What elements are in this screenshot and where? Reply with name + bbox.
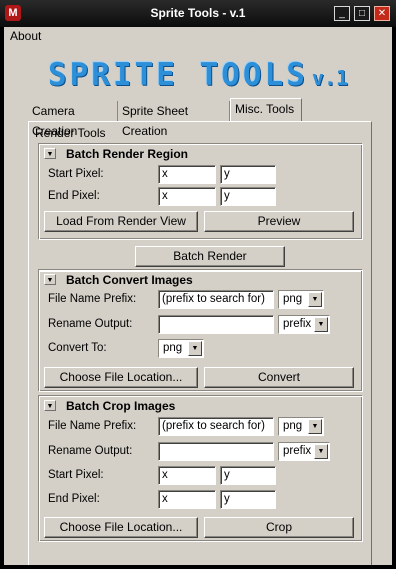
dropdown-value: png	[283, 293, 303, 305]
sprite-tools-logo: SPRITE TOOLS v.1	[4, 57, 392, 93]
rename-output-label: Rename Output:	[48, 445, 133, 457]
logo-text: SPRITE TOOLS	[47, 57, 308, 93]
file-name-prefix-field[interactable]: (prefix to search for)	[158, 290, 274, 309]
choose-file-location-button[interactable]: Choose File Location...	[44, 367, 198, 388]
dropdown-value: png	[163, 342, 183, 354]
load-from-render-view-button[interactable]: Load From Render View	[44, 211, 198, 232]
frame-title: Batch Crop Images	[66, 399, 176, 413]
end-pixel-y-field[interactable]: y	[220, 490, 276, 509]
rename-output-field[interactable]	[158, 442, 274, 461]
choose-file-location-button[interactable]: Choose File Location...	[44, 517, 198, 538]
misc-tools-panel: Render Tools ▼ Batch Render Region Start…	[28, 121, 372, 565]
end-pixel-y-field[interactable]: y	[220, 187, 276, 206]
batch-convert-images-frame: ▼ Batch Convert Images File Name Prefix:…	[39, 270, 363, 392]
frame-header: ▼ Batch Crop Images	[40, 397, 362, 413]
title-bar[interactable]: M Sprite Tools - v.1 _ □ ✕	[0, 0, 396, 27]
convert-button[interactable]: Convert	[204, 367, 354, 388]
file-name-prefix-label: File Name Prefix:	[48, 420, 137, 432]
collapse-icon[interactable]: ▼	[44, 274, 56, 285]
rename-output-label: Rename Output:	[48, 318, 133, 330]
window-client: About SPRITE TOOLS v.1 Camera Creation Sp…	[4, 27, 392, 565]
frame-title: Batch Convert Images	[66, 273, 193, 287]
batch-render-region-frame: ▼ Batch Render Region Start Pixel: x y E…	[39, 144, 363, 240]
end-pixel-x-field[interactable]: x	[158, 490, 216, 509]
tab-sprite-sheet-creation[interactable]: Sprite Sheet Creation	[118, 101, 230, 138]
start-pixel-y-field[interactable]: y	[220, 466, 276, 485]
rename-mode-dropdown[interactable]: prefix ▼	[278, 442, 330, 461]
frame-header: ▼ Batch Convert Images	[40, 271, 362, 287]
menu-about[interactable]: About	[10, 29, 41, 43]
batch-crop-images-frame: ▼ Batch Crop Images File Name Prefix: (p…	[39, 396, 363, 542]
dropdown-value: prefix	[283, 445, 312, 457]
dropdown-arrow-icon: ▼	[188, 341, 202, 356]
tab-misc-tools[interactable]: Misc. Tools	[230, 98, 302, 121]
collapse-icon[interactable]: ▼	[44, 400, 56, 411]
preview-button[interactable]: Preview	[204, 211, 354, 232]
crop-button[interactable]: Crop	[204, 517, 354, 538]
dropdown-arrow-icon: ▼	[314, 317, 328, 332]
sprite-tools-window: M Sprite Tools - v.1 _ □ ✕ About SPRITE …	[0, 0, 396, 569]
frame-title: Batch Render Region	[66, 147, 189, 161]
dropdown-value: prefix	[283, 318, 312, 330]
start-pixel-x-field[interactable]: x	[158, 165, 216, 184]
close-button[interactable]: ✕	[374, 6, 390, 21]
collapse-icon[interactable]: ▼	[44, 148, 56, 159]
start-pixel-y-field[interactable]: y	[220, 165, 276, 184]
render-tools-label: Render Tools	[35, 126, 106, 140]
batch-render-button[interactable]: Batch Render	[135, 246, 285, 267]
convert-to-label: Convert To:	[48, 342, 107, 354]
prefix-format-dropdown[interactable]: png ▼	[278, 417, 324, 436]
end-pixel-x-field[interactable]: x	[158, 187, 216, 206]
tab-camera-creation[interactable]: Camera Creation	[28, 101, 118, 138]
menu-bar: About	[4, 27, 392, 45]
end-pixel-label: End Pixel:	[48, 190, 100, 202]
start-pixel-label: Start Pixel:	[48, 168, 104, 180]
dropdown-arrow-icon: ▼	[314, 444, 328, 459]
logo-version: v.1	[311, 66, 349, 90]
file-name-prefix-field[interactable]: (prefix to search for)	[158, 417, 274, 436]
maximize-button[interactable]: □	[354, 6, 370, 21]
file-name-prefix-label: File Name Prefix:	[48, 293, 137, 305]
convert-to-dropdown[interactable]: png ▼	[158, 339, 204, 358]
rename-output-field[interactable]	[158, 315, 274, 334]
dropdown-arrow-icon: ▼	[308, 292, 322, 307]
rename-mode-dropdown[interactable]: prefix ▼	[278, 315, 330, 334]
start-pixel-x-field[interactable]: x	[158, 466, 216, 485]
start-pixel-label: Start Pixel:	[48, 469, 104, 481]
frame-header: ▼ Batch Render Region	[40, 145, 362, 161]
end-pixel-label: End Pixel:	[48, 493, 100, 505]
minimize-button[interactable]: _	[334, 6, 350, 21]
prefix-format-dropdown[interactable]: png ▼	[278, 290, 324, 309]
dropdown-value: png	[283, 420, 303, 432]
dropdown-arrow-icon: ▼	[308, 419, 322, 434]
